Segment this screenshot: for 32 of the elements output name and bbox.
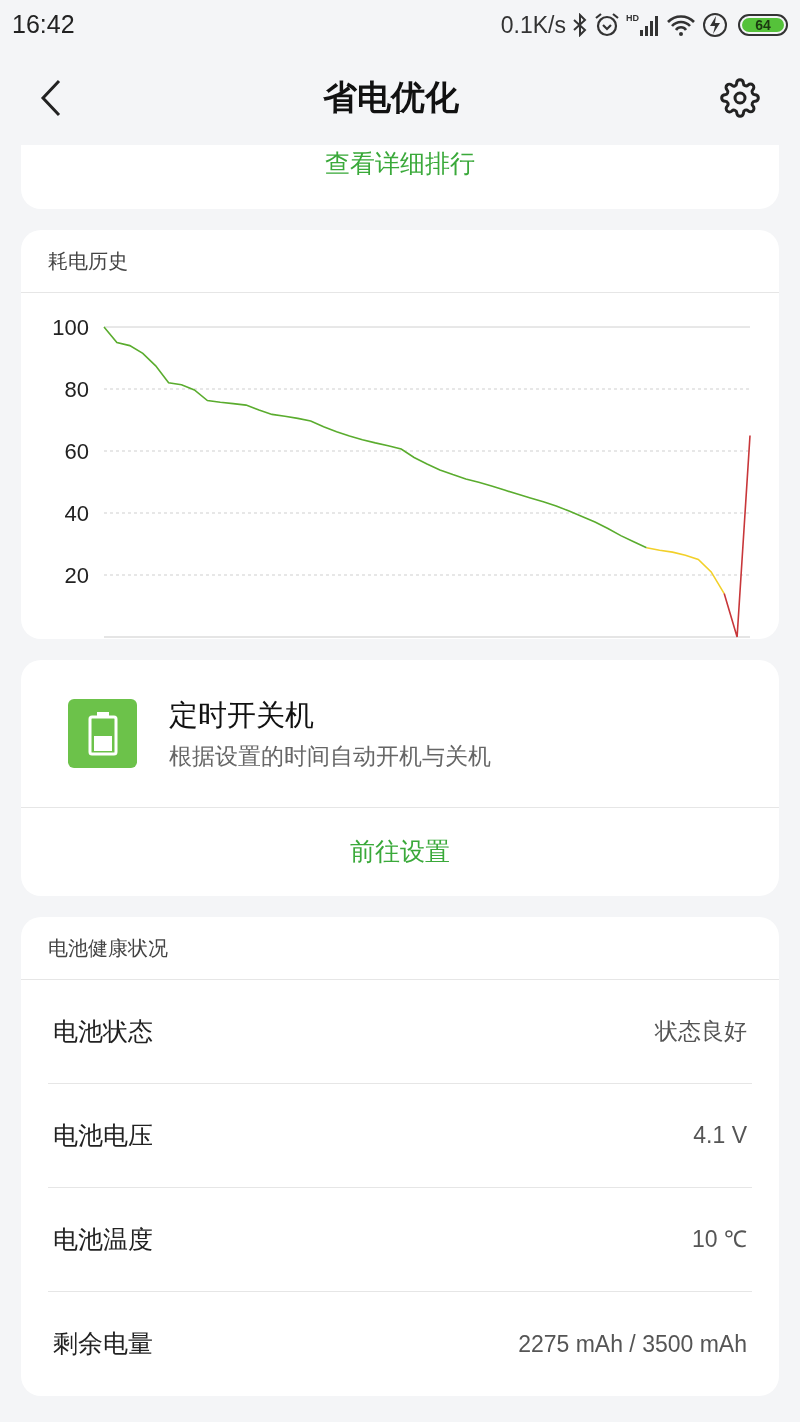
detail-ranking-link[interactable]: 查看详细排行 [325, 145, 475, 183]
info-value: 4.1 V [693, 1121, 747, 1151]
bluetooth-icon [572, 13, 588, 37]
settings-icon[interactable] [720, 77, 760, 118]
charging-icon [702, 12, 728, 38]
axis-tick-label: 40 [64, 501, 89, 526]
info-value: 2275 mAh / 3500 mAh [518, 1329, 747, 1359]
info-label: 电池电压 [53, 1119, 153, 1151]
feature-description: 根据设置的时间自动开机与关机 [169, 742, 491, 771]
battery-app-icon [68, 699, 137, 768]
axis-tick-label: 60 [64, 439, 89, 464]
axis-tick-label: 20 [64, 563, 89, 588]
go-to-settings-link[interactable]: 前往设置 [350, 833, 450, 871]
info-value: 10 ℃ [692, 1225, 747, 1255]
battery-percent: 64 [755, 18, 771, 32]
page-title: 省电优化 [323, 77, 459, 118]
info-label: 剩余电量 [53, 1328, 153, 1360]
back-icon[interactable] [40, 78, 62, 117]
network-type-label: HD [626, 14, 639, 23]
info-label: 电池温度 [53, 1223, 153, 1255]
clock: 16:42 [12, 9, 75, 41]
wifi-icon [666, 13, 696, 37]
axis-tick-label: 80 [64, 377, 89, 402]
alarm-icon [594, 12, 620, 38]
info-value: 状态良好 [655, 1017, 747, 1047]
info-label: 电池状态 [53, 1015, 153, 1047]
signal-icon [640, 14, 660, 36]
axis-tick-label: 100 [52, 315, 89, 340]
feature-title: 定时开关机 [169, 697, 315, 733]
section-title: 电池健康状况 [48, 936, 168, 961]
section-title: 耗电历史 [48, 249, 128, 274]
network-speed: 0.1K/s [500, 10, 566, 40]
